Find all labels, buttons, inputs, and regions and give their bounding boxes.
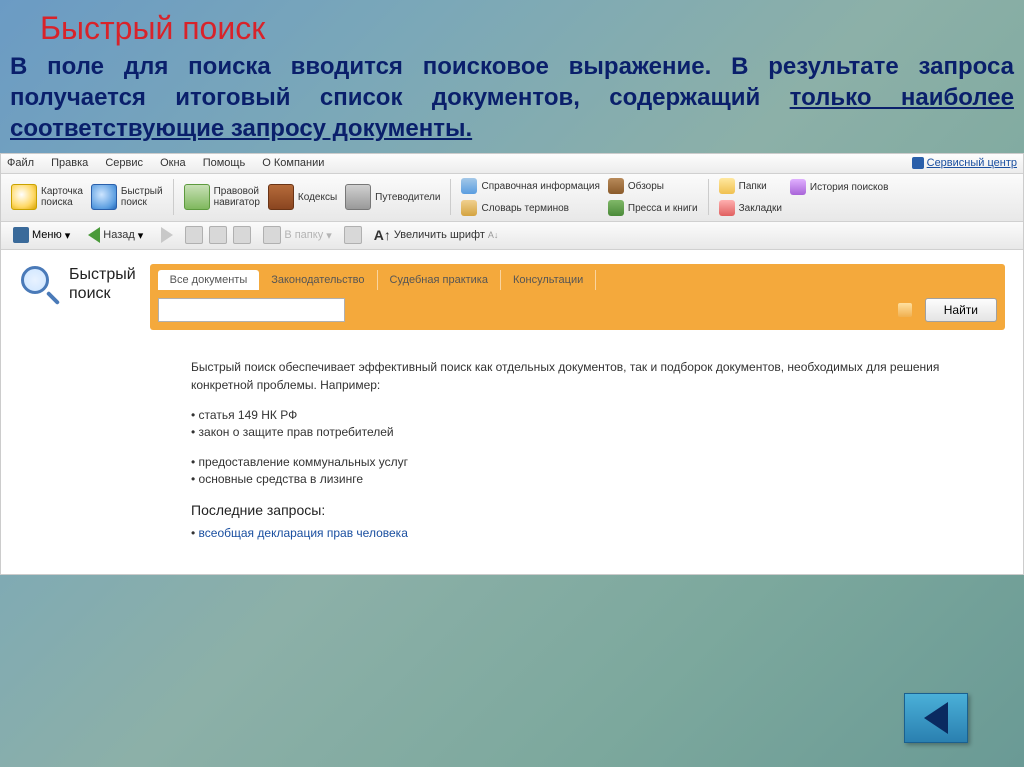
menu-icon: [13, 227, 29, 243]
search-input[interactable]: [158, 298, 345, 322]
history-icon: [790, 179, 806, 195]
guide-icon: [345, 184, 371, 210]
find-button[interactable]: Найти: [925, 298, 997, 322]
recent-queries-list: всеобщая декларация прав человека: [191, 526, 1005, 540]
arrow-right-icon: [161, 227, 173, 243]
navigator-icon: [184, 184, 210, 210]
info-icon: [461, 178, 477, 194]
menu-file[interactable]: Файл: [7, 157, 34, 169]
reviews-button[interactable]: Обзоры: [604, 176, 702, 196]
menu-button[interactable]: Меню ▾: [7, 224, 76, 246]
codex-button[interactable]: Кодексы: [264, 182, 341, 212]
recent-queries-title: Последние запросы:: [191, 502, 1005, 518]
quick-search-label: Быстрый поиск: [69, 266, 136, 303]
tab-consultations[interactable]: Консультации: [501, 270, 596, 290]
arrow-left-icon: [88, 227, 100, 243]
menu-help[interactable]: Помощь: [203, 157, 246, 169]
search-tabs: Все документы Законодательство Судебная …: [150, 264, 1005, 290]
content-area: Быстрый поиск обеспечивает эффективный п…: [1, 340, 1023, 574]
ref-info-button[interactable]: Справочная информация: [457, 176, 603, 196]
list-item: основные средства в лизинге: [191, 472, 1005, 486]
to-folder-button[interactable]: В папку ▾: [257, 223, 337, 247]
magnifier-blue-icon: [91, 184, 117, 210]
menu-edit[interactable]: Правка: [51, 157, 88, 169]
list-item: всеобщая декларация прав человека: [191, 526, 1005, 540]
pen-icon: [608, 178, 624, 194]
search-card-button[interactable]: Карточка поиска: [7, 182, 87, 212]
service-center-icon: [912, 157, 924, 169]
recent-query-link[interactable]: всеобщая декларация прав человека: [199, 526, 408, 540]
history-button[interactable]: История поисков: [786, 177, 892, 197]
list-item: предоставление коммунальных услуг: [191, 455, 1005, 469]
tab-court-practice[interactable]: Судебная практика: [378, 270, 501, 290]
books-icon: [268, 184, 294, 210]
menu-about[interactable]: О Компании: [262, 157, 324, 169]
tab-all-documents[interactable]: Все документы: [158, 270, 260, 290]
search-description: Быстрый поиск обеспечивает эффективный п…: [191, 358, 1005, 394]
menubar: Файл Правка Сервис Окна Помощь О Компани…: [1, 154, 1023, 174]
main-toolbar: Карточка поиска Быстрый поиск Правовой н…: [1, 174, 1023, 222]
magnifier-icon: [11, 184, 37, 210]
menu-windows[interactable]: Окна: [160, 157, 186, 169]
bookmark-icon: [719, 200, 735, 216]
triangle-left-icon: [924, 702, 948, 734]
guides-button[interactable]: Путеводители: [341, 182, 444, 212]
menubar-items: Файл Правка Сервис Окна Помощь О Компани…: [7, 157, 338, 169]
zoom-button[interactable]: A↑ Увеличить шрифт A↓: [368, 224, 505, 246]
search-dropdown-icon[interactable]: [898, 303, 912, 317]
forward-button[interactable]: [155, 224, 179, 246]
slide-title: Быстрый поиск: [0, 0, 1024, 51]
quick-search-large-icon: [19, 264, 61, 306]
tool-icon-4[interactable]: [344, 226, 362, 244]
slide-description: В поле для поиска вводится поисковое выр…: [0, 51, 1024, 153]
book-icon: [608, 200, 624, 216]
folders-button[interactable]: Папки: [715, 176, 786, 196]
tool-icon-1[interactable]: [185, 226, 203, 244]
list-item: статья 149 НК РФ: [191, 408, 1005, 422]
app-window: Файл Правка Сервис Окна Помощь О Компани…: [0, 153, 1024, 575]
dictionary-button[interactable]: Словарь терминов: [457, 198, 603, 218]
examples-list-2: предоставление коммунальных услуг основн…: [191, 455, 1005, 486]
folder-add-icon: [263, 226, 281, 244]
quick-search-button[interactable]: Быстрый поиск: [87, 182, 167, 212]
search-panel: Быстрый поиск Все документы Законодатель…: [1, 250, 1023, 340]
slide-prev-button[interactable]: [904, 693, 968, 743]
folder-icon: [719, 178, 735, 194]
bookmarks-button[interactable]: Закладки: [715, 198, 786, 218]
menu-service[interactable]: Сервис: [105, 157, 143, 169]
tool-icon-2[interactable]: [209, 226, 227, 244]
tool-icon-3[interactable]: [233, 226, 251, 244]
service-center-link[interactable]: Сервисный центр: [912, 157, 1017, 169]
back-button[interactable]: Назад ▾: [82, 224, 149, 246]
press-button[interactable]: Пресса и книги: [604, 198, 702, 218]
examples-list-1: статья 149 НК РФ закон о защите прав пот…: [191, 408, 1005, 439]
tab-legislation[interactable]: Законодательство: [259, 270, 377, 290]
legal-navigator-button[interactable]: Правовой навигатор: [180, 182, 264, 212]
list-item: закон о защите прав потребителей: [191, 425, 1005, 439]
secondary-toolbar: Меню ▾ Назад ▾ В папку ▾ A↑ Увеличить шр…: [1, 222, 1023, 250]
dictionary-icon: [461, 200, 477, 216]
